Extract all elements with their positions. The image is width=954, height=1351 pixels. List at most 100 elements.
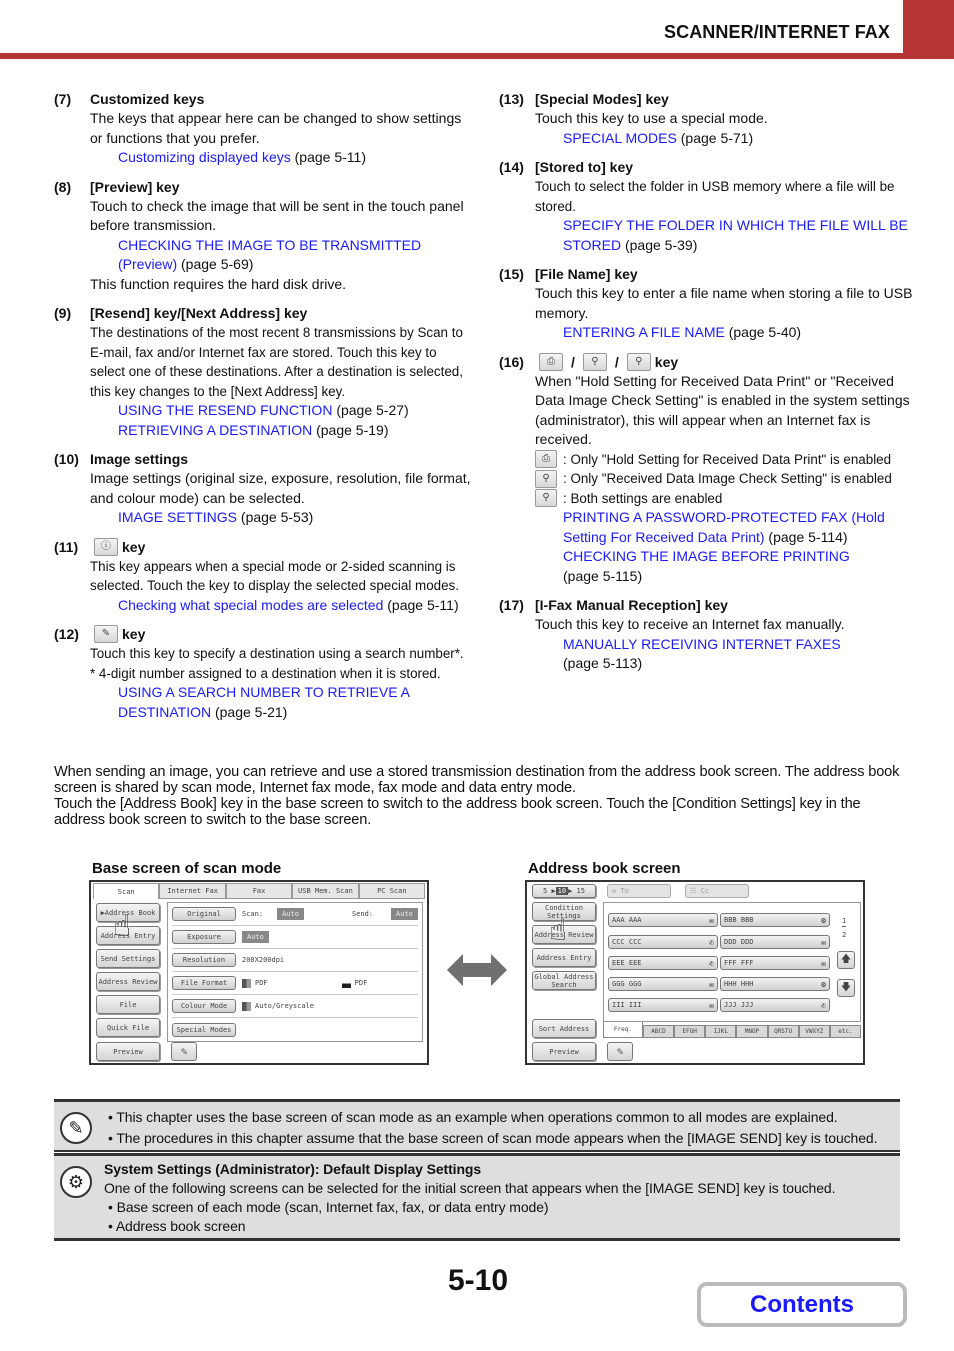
original-button[interactable]: Original (172, 907, 236, 921)
address-entry-fff[interactable]: FFF FFF ✉ (720, 956, 830, 970)
special-modes-row: Special Modes (172, 1018, 418, 1041)
contents-button[interactable]: Contents (697, 1282, 907, 1327)
scan-label: Scan: (242, 910, 264, 918)
address-screen-caption: Address book screen (528, 860, 681, 877)
legend-row: ⚲: Only "Received Data Image Check Setti… (535, 469, 919, 489)
item-text: Touch to select the folder in USB memory… (535, 179, 895, 214)
item-ifax-manual-reception-key: (17) [I-Fax Manual Reception] key Touch t… (499, 596, 919, 674)
count-option-selected: 10 (555, 887, 569, 895)
special-modes-button[interactable]: Special Modes (172, 1022, 236, 1037)
item-text: Touch to check the image that will be se… (90, 197, 464, 234)
intro-text-1: When sending an image, you can retrieve … (54, 764, 900, 796)
address-review-button[interactable]: Address Review (96, 972, 160, 991)
ref-link[interactable]: MANUALLY RECEIVING INTERNET FAXES (563, 636, 841, 652)
separator: / (614, 353, 619, 370)
preview-button[interactable]: Preview (96, 1042, 160, 1061)
tab-pc-scan[interactable]: PC Scan (358, 883, 426, 899)
address-entry-bbb[interactable]: BBB BBB ⚙ (720, 913, 830, 927)
ref-link[interactable]: IMAGE SETTINGS (118, 509, 237, 525)
ref-link[interactable]: ENTERING A FILE NAME (563, 324, 725, 340)
ref-page: (page 5-113) (563, 655, 643, 671)
tab-fax[interactable]: Fax (225, 883, 293, 899)
address-entry-hhh[interactable]: HHH HHH ⚙ (720, 977, 830, 991)
address-entry-ccc[interactable]: CCC CCC ✆ (608, 935, 718, 949)
hold-print-icon: ⎙ (539, 352, 563, 371)
file-format-button[interactable]: File Format (172, 976, 236, 990)
item-text: This key appears when a special mode or … (90, 558, 459, 594)
item-preview-key: (8) [Preview] key Touch to check the imag… (54, 178, 474, 295)
item-title: [Resend] key/[Next Address] key (90, 305, 308, 321)
item-title: key (122, 538, 146, 555)
index-tab-mnop[interactable]: MNOP (736, 1025, 768, 1038)
address-entry-ggg[interactable]: GGG GGG ✉ (608, 977, 718, 991)
item-text: Touch this key to use a special mode. (535, 110, 768, 126)
scroll-down-button[interactable]: 🡇 (837, 979, 855, 997)
index-tab-ijkl[interactable]: IJKL (705, 1025, 737, 1038)
scroll-up-button[interactable]: 🡅 (837, 951, 855, 969)
format-value-mono: PDF (354, 979, 368, 987)
mode-tabs: Scan Internet Fax Fax USB Mem. Scan PC S… (93, 883, 426, 899)
item-text: Touch this key to enter a file name when… (535, 285, 913, 321)
internet-fax-icon: ⚙ (821, 979, 826, 989)
ref-link[interactable]: SPECIFY THE FOLDER IN WHICH THE FILE WIL… (563, 217, 908, 253)
cc-field[interactable]: ☷ Cc (685, 884, 749, 898)
address-entry-ddd[interactable]: DDD DDD ✉ (720, 935, 830, 949)
colour-mode-button[interactable]: Colour Mode (172, 999, 236, 1013)
ref-page: (page 5-21) (211, 703, 288, 720)
to-field[interactable]: ✉ To (607, 884, 671, 898)
address-entry-jjj[interactable]: JJJ JJJ ✆ (720, 998, 830, 1012)
entry-name: FFF FFF (724, 959, 754, 967)
fax-icon: ✆ (709, 937, 714, 947)
file-button[interactable]: File (96, 995, 160, 1014)
search-number-icon[interactable]: ✎ (607, 1042, 633, 1061)
index-tab-qrstu[interactable]: QRSTU (767, 1025, 799, 1038)
index-tab-abcd[interactable]: ABCD (642, 1025, 675, 1038)
hold-print-icon: ⎙ (535, 450, 557, 469)
ref-link[interactable]: Checking what special modes are selected (118, 597, 383, 613)
search-number-icon[interactable]: ✎ (171, 1042, 197, 1061)
tab-scan[interactable]: Scan (93, 883, 160, 899)
address-entry-eee[interactable]: EEE EEE ✆ (608, 956, 718, 970)
address-entry-aaa[interactable]: AAA AAA ✉ (608, 913, 718, 927)
index-tab-efgh[interactable]: EFGH (674, 1025, 706, 1038)
index-tab-vwxyz[interactable]: VWXYZ (798, 1025, 830, 1038)
index-tab-freq[interactable]: Freq. (603, 1022, 643, 1038)
tab-internet-fax[interactable]: Internet Fax (159, 883, 226, 899)
tab-usb-mem-scan[interactable]: USB Mem. Scan (292, 883, 359, 899)
ref-page: (page 5-27) (332, 402, 409, 418)
index-tab-etc[interactable]: etc. (829, 1025, 861, 1038)
item-number: (11) (54, 538, 79, 555)
image-check-icon: ⚲ (535, 469, 557, 488)
resolution-button[interactable]: Resolution (172, 953, 236, 967)
ref-link[interactable]: CHECKING THE IMAGE BEFORE PRINTING (563, 548, 850, 564)
address-entry-iii[interactable]: III III ✉ (608, 998, 718, 1012)
display-count-selector[interactable]: 5 ▶ 10 ▶ 15 (532, 884, 596, 898)
ref-link[interactable]: RETRIEVING A DESTINATION (118, 422, 312, 438)
ref-link[interactable]: USING THE RESEND FUNCTION (118, 402, 332, 418)
quick-file-button[interactable]: Quick File (96, 1018, 160, 1037)
group-icon: ⚙ (821, 915, 826, 925)
page-total: 2 (842, 931, 847, 939)
colour-format-icon (242, 978, 251, 988)
intro-text-2: Touch the [Address Book] key in the base… (54, 796, 861, 828)
address-entry-button[interactable]: Address Entry (532, 948, 596, 967)
count-option: 5 (543, 887, 548, 895)
address-book-panel: 5 ▶ 10 ▶ 15 ✉ To ☷ Cc Condition Settings A… (525, 880, 865, 1065)
entry-name: JJJ JJJ (724, 1001, 754, 1009)
note-bullet: • This chapter uses the base screen of s… (108, 1109, 838, 1125)
intro-paragraph: When sending an image, you can retrieve … (54, 764, 914, 828)
cc-label: Cc (700, 887, 709, 895)
sort-address-button[interactable]: Sort Address (532, 1019, 596, 1038)
exposure-button[interactable]: Exposure (172, 930, 236, 944)
double-arrow-icon (447, 954, 507, 986)
item-number: (7) (54, 91, 72, 107)
entry-name: DDD DDD (724, 938, 754, 946)
global-address-search-button[interactable]: Global Address Search (532, 971, 596, 990)
email-icon: ✉ (612, 887, 617, 895)
ref-link[interactable]: Customizing displayed keys (118, 149, 291, 165)
ref-link[interactable]: CHECKING THE IMAGE TO BE TRANSMITTED (Pr… (118, 237, 421, 273)
resolution-row: Resolution 200X200dpi (172, 949, 418, 972)
preview-button[interactable]: Preview (532, 1042, 596, 1061)
ref-link[interactable]: SPECIAL MODES (563, 130, 677, 146)
send-settings-button[interactable]: Send Settings (96, 949, 160, 968)
